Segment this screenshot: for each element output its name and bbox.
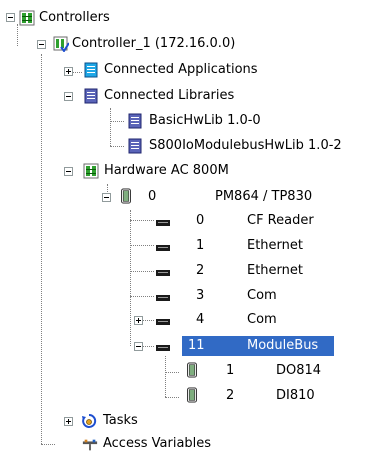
tree-node-unit[interactable]: 4 Com — [0, 310, 379, 330]
tree-node-label: Hardware AC 800M — [104, 163, 229, 178]
tasks-icon — [82, 413, 97, 428]
position-label: 0 — [196, 213, 205, 228]
tree-node-io-module[interactable]: 1 DO814 — [0, 361, 379, 381]
tree-node-tasks[interactable]: Tasks — [0, 411, 379, 431]
project-explorer-tree: Controllers Controller_1 (172.16.0.0) Co… — [0, 0, 379, 453]
tree-node-connected-applications[interactable]: Connected Applications — [0, 60, 379, 80]
connector-unit-icon — [156, 220, 170, 226]
tree-node-label: S800IoModulebusHwLib 1.0-2 — [149, 138, 342, 153]
connector-unit-icon — [156, 295, 170, 301]
expand-toggle[interactable] — [64, 67, 73, 76]
tree-node-label: CF Reader — [247, 213, 314, 228]
connector-unit-icon — [156, 245, 170, 251]
tree-node-connected-libraries[interactable]: Connected Libraries — [0, 86, 379, 106]
position-label: 0 — [148, 189, 157, 204]
position-label: 11 — [188, 338, 205, 353]
tree-node-label: DI810 — [276, 388, 315, 403]
access-variables-icon — [82, 439, 98, 451]
position-label: 1 — [226, 363, 235, 378]
position-label: 2 — [196, 263, 205, 278]
io-module-icon — [187, 362, 197, 378]
collapse-toggle[interactable] — [102, 193, 111, 202]
tree-node-unit[interactable]: 0 CF Reader — [0, 211, 379, 231]
selection-highlight: 11 ModuleBus — [182, 336, 334, 356]
collapse-toggle[interactable] — [37, 40, 46, 49]
expand-toggle[interactable] — [64, 417, 73, 426]
controller-icon — [53, 36, 69, 52]
connector-unit-icon — [156, 345, 170, 351]
tree-node-label: ModuleBus — [247, 338, 319, 353]
collapse-toggle[interactable] — [6, 13, 15, 22]
tree-node-access-variables[interactable]: Access Variables — [0, 434, 379, 454]
collapse-toggle[interactable] — [64, 92, 73, 101]
hardware-icon — [83, 163, 99, 179]
collapse-toggle[interactable] — [64, 167, 73, 176]
position-label: 1 — [196, 238, 205, 253]
collapse-toggle[interactable] — [134, 342, 143, 351]
position-label: 2 — [226, 388, 235, 403]
tree-node-label: PM864 / TP830 — [215, 189, 313, 204]
tree-node-label: Com — [247, 312, 277, 327]
position-label: 4 — [196, 312, 205, 327]
tree-node-label: Com — [247, 288, 277, 303]
tree-node-library[interactable]: S800IoModulebusHwLib 1.0-2 — [0, 136, 379, 156]
tree-node-label: Controller_1 (172.16.0.0) — [72, 36, 236, 51]
tree-node-library[interactable]: BasicHwLib 1.0-0 — [0, 111, 379, 131]
tree-node-label: Ethernet — [247, 263, 303, 278]
connector-unit-icon — [156, 319, 170, 325]
tree-node-cpu[interactable]: 0 PM864 / TP830 — [0, 187, 379, 207]
tree-node-label: Connected Applications — [104, 62, 258, 77]
tree-node-unit[interactable]: 2 Ethernet — [0, 261, 379, 281]
io-module-icon — [187, 387, 197, 403]
tree-node-label: BasicHwLib 1.0-0 — [149, 113, 261, 128]
applications-icon — [84, 62, 98, 78]
tree-node-unit[interactable]: 3 Com — [0, 286, 379, 306]
controllers-folder-icon — [19, 10, 35, 26]
tree-node-io-module[interactable]: 2 DI810 — [0, 386, 379, 406]
tree-node-label: Tasks — [103, 413, 138, 428]
tree-node-label: Ethernet — [247, 238, 303, 253]
tree-node-label: DO814 — [276, 363, 322, 378]
tree-node-controllers[interactable]: Controllers — [0, 8, 379, 28]
tree-node-label: Connected Libraries — [104, 88, 235, 103]
expand-toggle[interactable] — [134, 316, 143, 325]
cpu-module-icon — [121, 188, 131, 204]
library-icon — [128, 138, 142, 154]
connector-unit-icon — [156, 270, 170, 276]
libraries-icon — [84, 88, 98, 104]
tree-node-controller-1[interactable]: Controller_1 (172.16.0.0) — [0, 34, 379, 54]
position-label: 3 — [196, 288, 205, 303]
library-icon — [128, 113, 142, 129]
tree-node-unit[interactable]: 1 Ethernet — [0, 236, 379, 256]
tree-node-label: Access Variables — [103, 436, 212, 451]
tree-node-hardware[interactable]: Hardware AC 800M — [0, 161, 379, 181]
tree-node-label: Controllers — [39, 10, 110, 25]
tree-node-unit-selected[interactable]: 11 ModuleBus — [0, 336, 379, 356]
